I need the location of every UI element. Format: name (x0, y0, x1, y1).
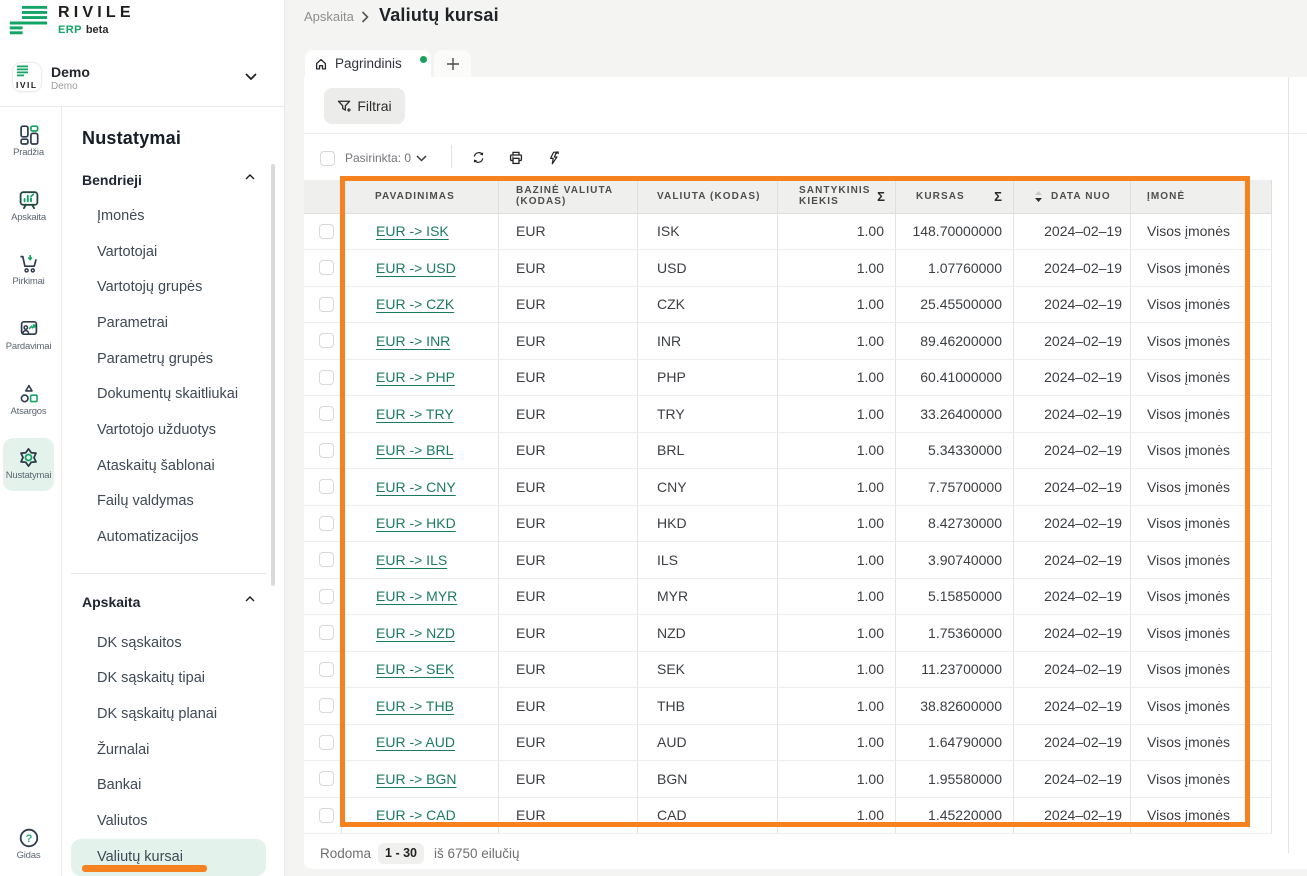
svg-text:?: ? (25, 833, 32, 845)
svg-text:IVIL: IVIL (16, 80, 38, 90)
